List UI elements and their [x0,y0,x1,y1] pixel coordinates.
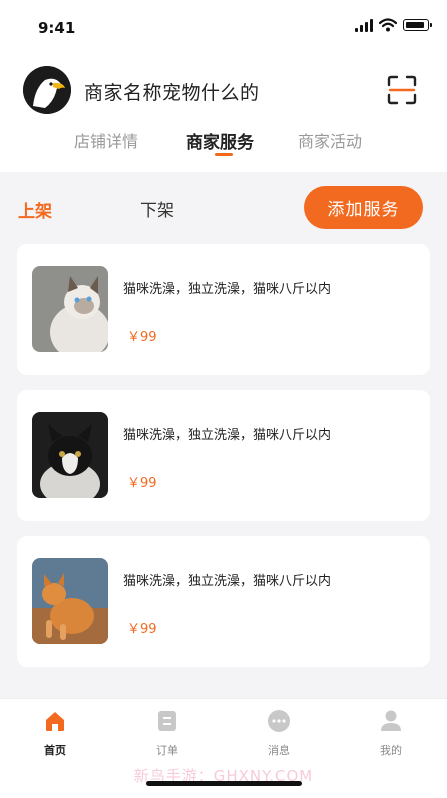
service-title: 猫咪洗澡，独立洗澡，猫咪八斤以内 [123,428,332,443]
tab-active-indicator [215,153,233,156]
white-cat-photo [32,266,108,352]
tabbar-orders[interactable]: 订单 [137,709,197,758]
tab-merchant-activities[interactable]: 商家活动 [298,128,362,152]
battery-icon [403,19,432,31]
home-indicator [146,781,302,786]
tabbar-home[interactable]: 首页 [25,709,85,758]
service-price: ￥99 [127,330,157,345]
service-price: ￥99 [127,476,157,491]
service-title: 猫咪洗澡，独立洗澡，猫咪八斤以内 [123,574,332,589]
wifi-icon [379,18,397,32]
service-price: ￥99 [127,622,157,637]
tabbar-home-label: 首页 [44,744,66,757]
tab-bar: 店铺详情 商家服务 商家活动 [0,128,447,158]
service-card[interactable]: 猫咪洗澡，独立洗澡，猫咪八斤以内 ￥99 [17,244,430,375]
tabbar-profile[interactable]: 我的 [361,709,421,758]
signal-icon [355,18,373,32]
tab-merchant-services[interactable]: 商家服务 [186,128,254,153]
home-icon [46,712,64,731]
shop-avatar[interactable] [23,66,71,114]
order-icon [158,711,176,731]
tab-store-details[interactable]: 店铺详情 [74,128,138,152]
status-time: 9:41 [38,19,76,37]
filter-bar: 上架 下架 添加服务 [0,186,447,230]
tabbar-orders-label: 订单 [156,744,178,757]
filter-off-shelf[interactable]: 下架 [140,196,174,221]
orange-cat-photo [32,558,108,644]
filter-on-shelf[interactable]: 上架 [18,197,52,222]
tabbar-profile-label: 我的 [380,744,402,757]
service-card[interactable]: 猫咪洗澡，独立洗澡，猫咪八斤以内 ￥99 [17,536,430,667]
service-card[interactable]: 猫咪洗澡，独立洗澡，猫咪八斤以内 ￥99 [17,390,430,521]
shop-name: 商家名称宠物什么的 [84,82,260,104]
message-icon [268,710,290,732]
scan-button[interactable] [387,75,417,105]
top-section: 9:41 商家名称宠物什么的 店铺详情 商家服务 商家活动 [0,0,447,172]
add-service-button[interactable]: 添加服务 [304,186,423,229]
tabbar-messages-label: 消息 [268,744,290,757]
profile-icon [381,710,401,731]
service-title: 猫咪洗澡，独立洗澡，猫咪八斤以内 [123,282,332,297]
eagle-avatar-icon [23,66,71,114]
tabbar-messages[interactable]: 消息 [249,709,309,758]
status-icons [355,18,432,32]
scan-icon [387,75,417,105]
black-white-cat-photo [32,412,108,498]
